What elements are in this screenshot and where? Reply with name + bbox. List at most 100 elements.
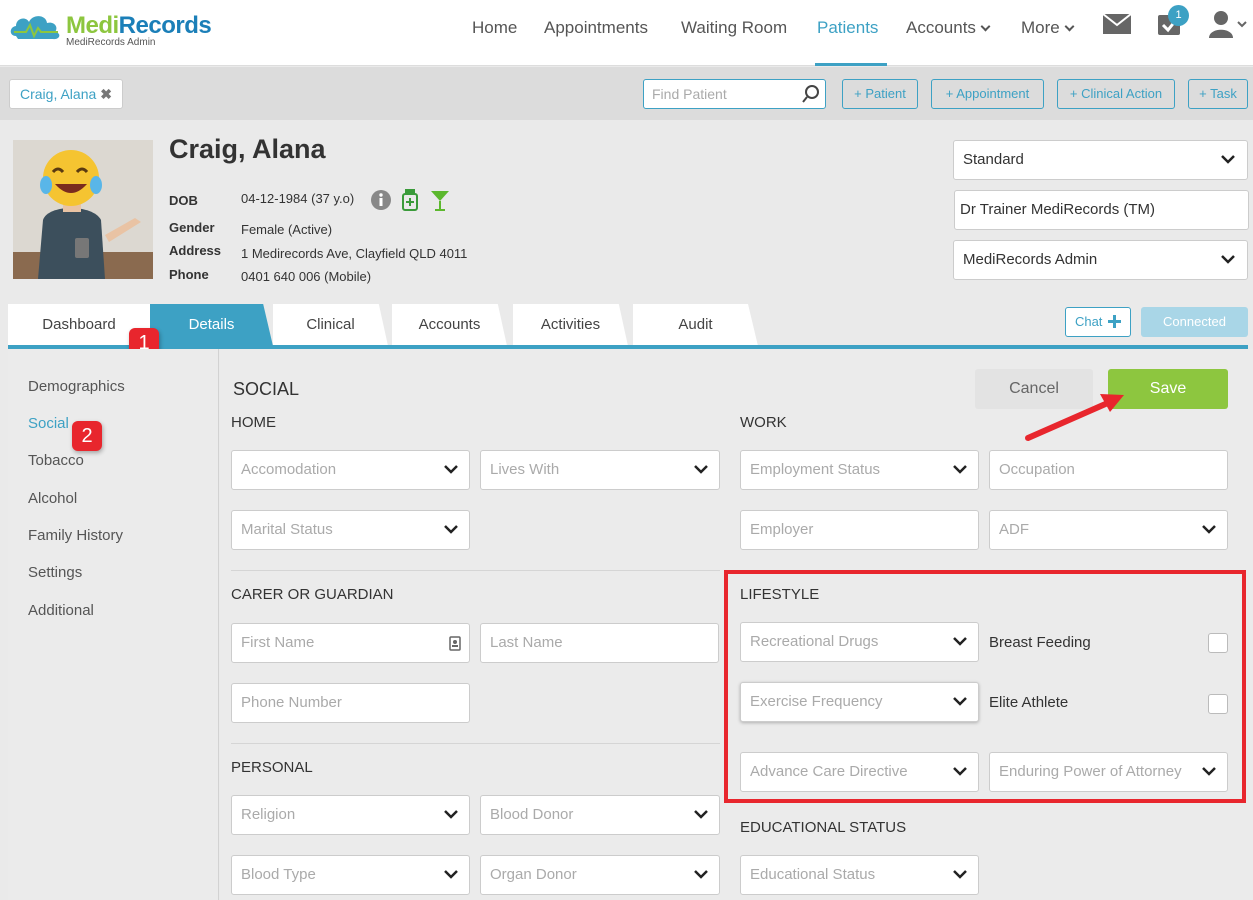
gender-value: Female (Active) [241,222,333,237]
nav-home[interactable]: Home [472,18,517,38]
chevron-down-icon [953,465,967,474]
chevron-down-icon [444,810,458,819]
accomodation-placeholder: Accomodation [241,461,337,478]
tab-clinical[interactable]: Clinical [273,304,388,346]
annotation-arrow-icon [1025,394,1124,441]
home-section-title: HOME [231,414,276,431]
chat-button[interactable]: Chat [1065,307,1131,337]
tab-audit[interactable]: Audit [633,304,758,346]
nav-accounts[interactable]: Accounts [906,18,991,38]
side-menu-settings[interactable]: Settings [28,564,82,581]
practitioner-field[interactable]: Dr Trainer MediRecords (TM) [954,190,1249,230]
chevron-down-icon [1064,21,1075,32]
add-appointment-button[interactable]: + Appointment [931,79,1044,109]
chevron-down-icon [1221,255,1235,264]
patient-avatar-image [13,140,153,279]
side-menu-demographics[interactable]: Demographics [28,378,125,395]
address-value: 1 Medirecords Ave, Clayfield QLD 4011 [241,246,468,261]
open-patient-chip[interactable]: Craig, Alana ✖ [9,79,124,109]
chevron-down-icon [953,767,967,776]
chevron-down-icon [1202,767,1216,777]
nav-more[interactable]: More [1021,18,1075,38]
add-clinical-action-button[interactable]: + Clinical Action [1057,79,1175,109]
carer-phone-input[interactable]: Phone Number [231,683,470,723]
tab-accounts[interactable]: Accounts [392,304,507,346]
breast-feeding-label: Breast Feeding [989,634,1091,651]
nav-appointments[interactable]: Appointments [544,18,648,38]
add-patient-button[interactable]: + Patient [842,79,918,109]
find-patient-input[interactable] [644,80,794,108]
adf-select[interactable]: ADF [989,510,1228,550]
medication-icon[interactable] [402,189,418,211]
organ-donor-placeholder: Organ Donor [490,866,577,883]
nav-waiting-room[interactable]: Waiting Room [681,18,787,38]
close-icon[interactable]: ✖ [100,86,112,102]
blood-type-select[interactable]: Blood Type [231,855,470,895]
exercise-frequency-placeholder: Exercise Frequency [750,693,883,710]
recreational-drugs-select[interactable]: Recreational Drugs [740,622,979,662]
chevron-down-icon [953,870,967,879]
occupation-input[interactable]: Occupation [989,450,1228,490]
advance-care-directive-select[interactable]: Advance Care Directive [740,752,979,792]
medirecords-logo[interactable]: MediRecords MediRecords Admin [8,10,218,50]
side-menu-family-history[interactable]: Family History [28,527,123,544]
add-task-button[interactable]: + Task [1188,79,1248,109]
employer-placeholder: Employer [750,521,814,538]
educational-status-select[interactable]: Educational Status [740,855,979,895]
chevron-down-icon [444,525,458,534]
organ-donor-select[interactable]: Organ Donor [480,855,720,895]
nav-accounts-label: Accounts [906,18,976,37]
appointment-type-select[interactable]: Standard [953,140,1248,180]
elite-athlete-checkbox[interactable] [1208,694,1228,714]
lives-with-select[interactable]: Lives With [480,450,720,490]
carer-last-name-input[interactable]: Last Name [480,623,719,663]
employment-status-select[interactable]: Employment Status [740,450,979,490]
accomodation-select[interactable]: Accomodation [231,450,470,490]
chevron-down-icon [444,870,458,879]
side-menu-tobacco[interactable]: Tobacco [28,452,84,469]
address-label: Address [169,243,222,258]
contact-card-icon[interactable] [449,636,461,651]
find-patient-box [643,79,826,109]
connected-status-button[interactable]: Connected [1141,307,1248,337]
personal-section-title: PERSONAL [231,759,313,776]
chevron-down-icon [694,870,708,879]
top-navigation: MediRecords MediRecords Admin Home Appoi… [0,0,1253,66]
practice-select[interactable]: MediRecords Admin [953,240,1248,280]
logo-subtitle: MediRecords Admin [66,37,156,48]
social-title: SOCIAL [233,379,300,399]
info-icon[interactable] [371,190,391,210]
user-icon[interactable] [1209,10,1249,38]
patient-name: Craig, Alana [169,134,326,164]
side-menu-social[interactable]: Social [28,415,69,432]
breast-feeding-checkbox[interactable] [1208,633,1228,653]
enduring-power-of-attorney-select[interactable]: Enduring Power of Attorney [989,752,1228,792]
advance-care-placeholder: Advance Care Directive [750,763,908,780]
tab-activities[interactable]: Activities [513,304,628,346]
exercise-frequency-select[interactable]: Exercise Frequency [740,682,979,722]
side-menu-alcohol[interactable]: Alcohol [28,490,77,507]
marital-status-select[interactable]: Marital Status [231,510,470,550]
nav-patients[interactable]: Patients [817,18,878,38]
employer-input[interactable]: Employer [740,510,979,550]
chevron-down-icon [694,810,708,819]
recreational-drugs-placeholder: Recreational Drugs [750,633,879,650]
side-menu-additional[interactable]: Additional [28,602,94,619]
lifestyle-section-title: LIFESTYLE [740,586,820,603]
phone-number-placeholder: Phone Number [241,694,342,711]
last-name-placeholder: Last Name [490,634,563,651]
occupation-placeholder: Occupation [999,461,1075,478]
tab-details[interactable]: Details [150,304,273,346]
appointment-type-value: Standard [963,151,1024,168]
blood-type-placeholder: Blood Type [241,866,316,883]
section-divider [231,743,720,744]
carer-first-name-input[interactable]: First Name [231,623,470,663]
mail-icon[interactable] [1103,14,1131,34]
alcohol-icon[interactable] [430,190,450,211]
patient-photo [13,140,153,279]
details-side-menu: Demographics Social Tobacco Alcohol Fami… [8,349,219,900]
search-icon[interactable] [802,85,820,103]
chevron-down-icon [980,21,991,32]
religion-select[interactable]: Religion [231,795,470,835]
blood-donor-select[interactable]: Blood Donor [480,795,720,835]
